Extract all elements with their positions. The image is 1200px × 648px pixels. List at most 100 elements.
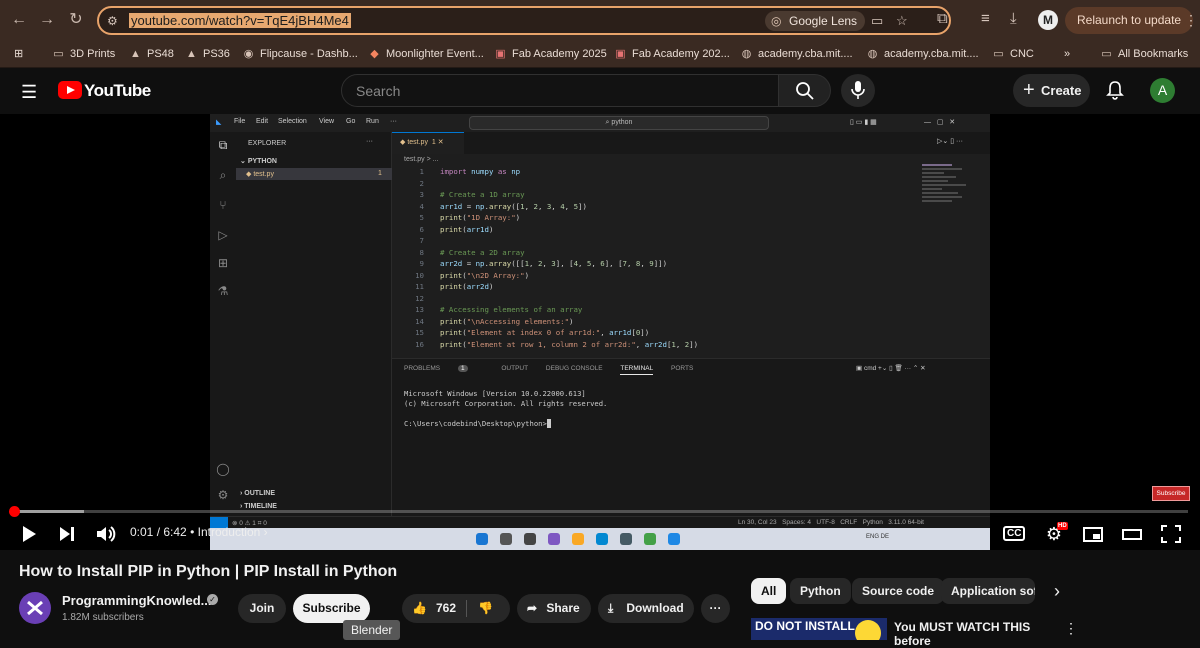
bookmark-academy-cba-2[interactable]: ◍ academy.cba.mit.... <box>866 44 979 64</box>
chapter-title[interactable]: Introduction <box>198 525 261 539</box>
bookmark-star-icon[interactable]: ☆ <box>896 13 908 29</box>
progress-bar[interactable] <box>9 506 1188 517</box>
panel-tab-output: OUTPUT <box>501 365 529 372</box>
vscode-logo-icon: ◣ <box>216 119 222 126</box>
search-button[interactable] <box>779 74 831 107</box>
all-bookmarks[interactable]: ▭ All Bookmarks <box>1100 44 1188 64</box>
notifications-bell-icon[interactable] <box>1106 80 1124 100</box>
bookmark-fab-academy-202[interactable]: ▣ Fab Academy 202... <box>614 44 730 64</box>
reload-icon[interactable]: ↻ <box>66 10 86 30</box>
bookmark-ps36[interactable]: ▲ PS36 <box>185 44 230 64</box>
volume-icon[interactable] <box>95 522 117 546</box>
more-bookmarks-icon[interactable]: » <box>1064 44 1070 64</box>
search-input[interactable]: Search <box>341 74 779 107</box>
cast-icon[interactable]: ▭ <box>871 13 883 29</box>
time-display: 0:01 / 6:42 • Introduction › <box>130 525 268 539</box>
join-button[interactable]: Join <box>238 594 286 623</box>
thumbs-up-icon[interactable]: 👍 <box>412 594 427 623</box>
reading-list-icon[interactable]: ≡ <box>981 10 990 27</box>
extensions-icon[interactable]: ⧉ <box>937 10 948 27</box>
code-editor: 1 import numpy as np 2 3 # Create a 1D arr… <box>392 166 912 354</box>
site-settings-icon[interactable]: ⚙ <box>107 14 118 28</box>
bookmark-cnc[interactable]: ▭ CNC <box>992 44 1034 64</box>
triangle-icon: ▲ <box>186 48 197 60</box>
worried-face-icon <box>855 620 881 640</box>
subscribe-watermark[interactable]: Subscribe <box>1152 486 1190 501</box>
forward-icon[interactable]: → <box>37 10 57 30</box>
command-center: ⌕ python <box>469 116 769 130</box>
google-lens-label: Google Lens <box>789 14 858 28</box>
file-problem-badge: 1 <box>378 170 382 177</box>
vscode-statusbar: ⊗ 0 ⚠ 1 ⌗ 0 Ln 30, Col 23 Spaces: 4 UTF-… <box>210 516 990 529</box>
chip-application-soft[interactable]: Application soft <box>941 578 1035 604</box>
bookmark-3d-prints[interactable]: ▭ 3D Prints <box>52 44 115 64</box>
share-button[interactable]: ➦ Share <box>517 594 591 623</box>
create-button[interactable]: + Create <box>1013 74 1090 107</box>
outline-section: › OUTLINE <box>240 490 276 497</box>
next-video-icon[interactable] <box>57 522 77 546</box>
code-line: 15 print("Element at index 0 of arr1d:", … <box>415 328 650 337</box>
vscode-titlebar: ◣ File Edit Selection View Go Run ··· ⌕ … <box>210 114 990 132</box>
thumbs-down-icon[interactable]: 👎 <box>478 594 493 623</box>
progress-scrubber[interactable] <box>9 506 21 517</box>
explorer-more-icon: ··· <box>366 138 373 145</box>
video-title: How to Install PIP in Python | PIP Insta… <box>19 563 398 580</box>
subscribe-button[interactable]: Subscribe <box>293 594 370 623</box>
recommendation-thumbnail[interactable]: DO NOT INSTALL <box>751 618 887 640</box>
code-line: 11 print(arr2d) <box>415 282 494 291</box>
theater-mode-icon[interactable] <box>1121 522 1143 546</box>
chip-all[interactable]: All <box>751 578 787 604</box>
fullscreen-icon[interactable] <box>1160 522 1182 546</box>
channel-avatar[interactable] <box>19 592 51 624</box>
taskbar-edge-icon <box>596 533 608 545</box>
bookmark-fab-academy-2025[interactable]: ▣ Fab Academy 2025 <box>494 44 607 64</box>
menu-icon[interactable]: ☰ <box>21 82 37 103</box>
recommendation-title[interactable]: You MUST WATCH THIS before <box>894 620 1064 648</box>
menu-edit: Edit <box>256 118 269 125</box>
captions-icon[interactable]: CC <box>1003 522 1026 546</box>
share-icon: ➦ <box>527 601 538 615</box>
chips-next-icon[interactable]: › <box>1054 581 1060 602</box>
code-line: 9 arr2d = np.array([[1, 2, 3], [4, 5, 6],… <box>419 259 668 268</box>
taskbar-search-icon <box>500 533 512 545</box>
subscriber-count: 1.82M subscribers <box>62 612 144 623</box>
settings-gear-icon: ⚙ <box>217 488 229 502</box>
apps-grid-icon[interactable]: ⊞ <box>14 44 23 64</box>
play-icon[interactable] <box>19 522 39 546</box>
address-bar[interactable]: ⚙ youtube.com/watch?v=TqE4jBH4Me4 ◎ Goog… <box>97 6 951 35</box>
more-menu-icon[interactable]: ⋮ <box>1184 12 1198 29</box>
taskbar-language: ENG DE <box>866 534 890 540</box>
fab-academy-icon: ▣ <box>615 48 626 60</box>
recommendation-more-icon[interactable]: ⋮ <box>1064 620 1078 637</box>
run-debug-icon: ▷ <box>218 228 228 242</box>
youtube-play-icon <box>58 81 82 99</box>
settings-gear-icon[interactable]: ⚙ HD <box>1043 522 1068 546</box>
back-icon[interactable]: ← <box>9 10 29 30</box>
code-line: 4 arr1d = np.array([1, 2, 3, 4, 5]) <box>419 201 587 211</box>
bookmark-ps48[interactable]: ▲ PS48 <box>129 44 174 64</box>
url-text[interactable]: youtube.com/watch?v=TqE4jBH4Me4 <box>129 13 351 28</box>
code-line: 14 print("\nAccessing elements:") <box>415 316 574 326</box>
bookmark-flipcause[interactable]: ◉ Flipcause - Dashb... <box>242 44 358 64</box>
profile-avatar[interactable]: M <box>1038 10 1058 30</box>
download-button[interactable]: ⤓ Download <box>598 594 694 623</box>
more-actions-icon[interactable]: ··· <box>701 594 730 623</box>
voice-search-button[interactable] <box>841 74 875 107</box>
account-avatar[interactable]: A <box>1150 78 1175 103</box>
google-lens-button[interactable]: ◎ Google Lens <box>765 11 866 31</box>
miniplayer-icon[interactable] <box>1082 522 1104 546</box>
bookmark-moonlighter[interactable]: ◆ Moonlighter Event... <box>368 44 484 64</box>
channel-name[interactable]: ProgrammingKnowled... <box>62 593 212 608</box>
breadcrumb: test.py > ... <box>404 156 439 163</box>
chip-python[interactable]: Python <box>790 578 851 604</box>
code-line: 16 print("Element at row 1, column 2 of a… <box>415 339 699 349</box>
download-icon[interactable]: ⤓ <box>1010 10 1017 27</box>
run-editor-icons: ▷⌄ ▯ ··· <box>937 138 963 145</box>
like-count[interactable]: 762 <box>436 594 456 623</box>
video-player[interactable]: ◣ File Edit Selection View Go Run ··· ⌕ … <box>0 114 1200 550</box>
relaunch-button[interactable]: Relaunch to update <box>1065 7 1194 34</box>
chip-source-code[interactable]: Source code <box>852 578 945 604</box>
search-icon: ⌕ <box>219 168 227 182</box>
verified-icon: ✓ <box>207 594 218 605</box>
bookmark-academy-cba-1[interactable]: ◍ academy.cba.mit.... <box>740 44 853 64</box>
